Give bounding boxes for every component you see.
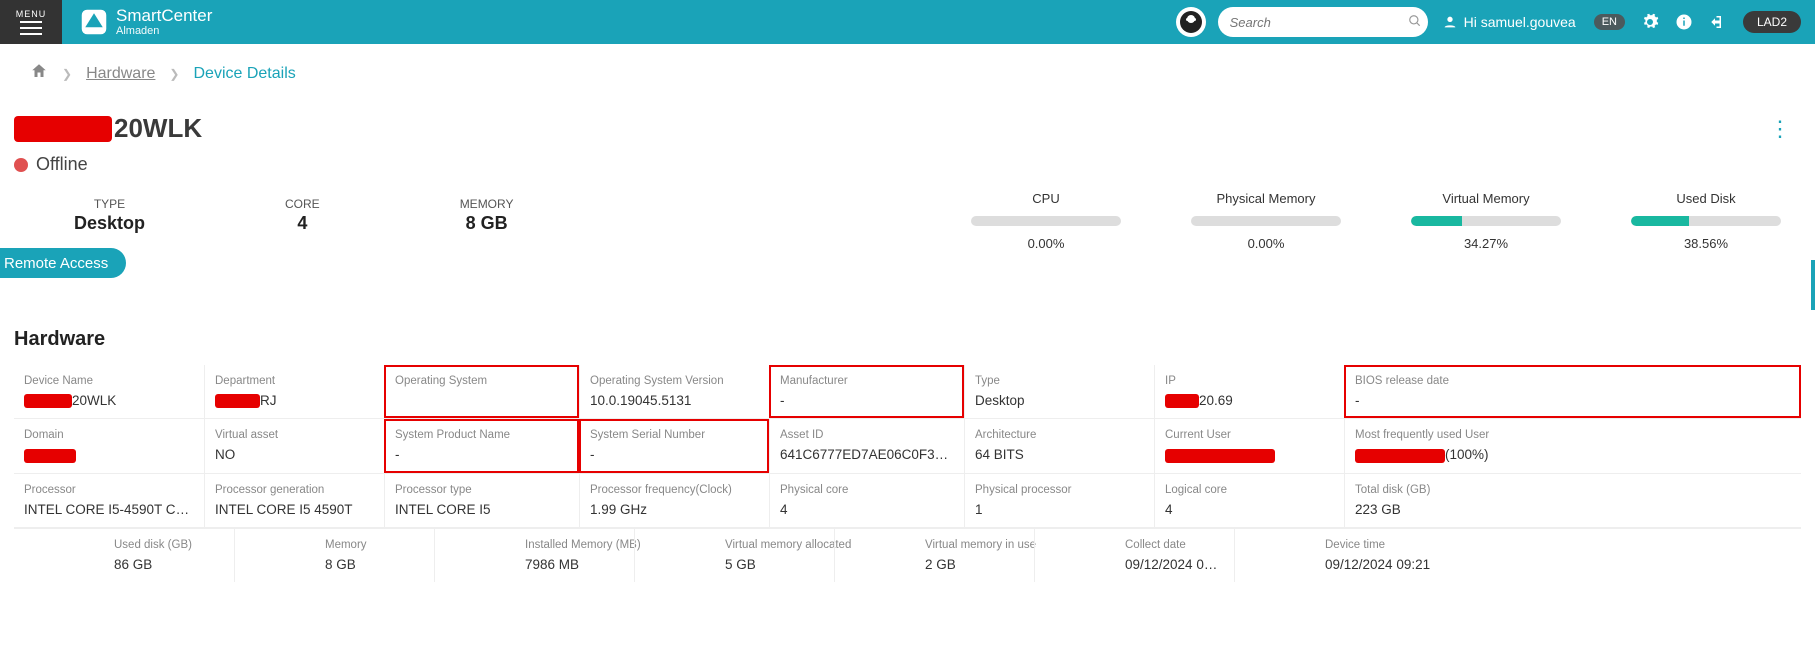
cell-proc-type: Processor type INTEL CORE I5 — [384, 474, 579, 527]
cell-used-disk: Used disk (GB) 86 GB — [14, 529, 234, 582]
cell-department: Department RJ — [204, 365, 384, 418]
more-actions-icon[interactable]: ⋮ — [1769, 118, 1791, 140]
scrollbar-thumb[interactable] — [1811, 260, 1815, 310]
avatar[interactable] — [1176, 7, 1206, 37]
status-text: Offline — [36, 154, 88, 175]
cell-collect-date: Collect date 09/12/2024 09:21 — [1034, 529, 1234, 582]
logo-icon — [80, 8, 108, 36]
language-pill[interactable]: EN — [1594, 14, 1625, 30]
breadcrumb-hardware[interactable]: Hardware — [86, 65, 155, 83]
meter-used-disk: Used Disk 38.56% — [1631, 191, 1781, 251]
cell-memory: Memory 8 GB — [234, 529, 434, 582]
brand-name: SmartCenter — [116, 7, 212, 26]
redacted-block — [1355, 449, 1445, 463]
cell-type: Type Desktop — [964, 365, 1154, 418]
cell-domain: Domain — [14, 419, 204, 472]
cell-sys-product-name: System Product Name - — [384, 419, 579, 472]
menu-button[interactable]: MENU — [0, 0, 62, 44]
hardware-grid: Device Name 20WLK Department RJ Operatin… — [0, 365, 1815, 582]
env-pill: LAD2 — [1743, 11, 1801, 33]
cell-manufacturer: Manufacturer - — [769, 365, 964, 418]
status-dot-icon — [14, 158, 28, 172]
cell-total-disk: Total disk (GB) 223 GB — [1344, 474, 1801, 527]
meter-physical-memory: Physical Memory 0.00% — [1191, 191, 1341, 251]
summary-memory: Memory 8 GB — [460, 197, 514, 234]
cell-os: Operating System — [384, 365, 579, 418]
user-icon — [1442, 14, 1458, 30]
cell-asset-id: Asset ID 641C6777ED7AE06C0F301525 — [769, 419, 964, 472]
redacted-block — [1165, 394, 1199, 408]
cell-vmem-in-use: Virtual memory in use 2 GB — [834, 529, 1034, 582]
cell-bios-date: BIOS release date - — [1344, 365, 1801, 418]
cell-vmem-allocated: Virtual memory allocated 5 GB — [634, 529, 834, 582]
menu-label: MENU — [16, 9, 47, 19]
search-input[interactable] — [1230, 15, 1408, 30]
brand-sub: Almaden — [116, 25, 212, 37]
cell-physical-core: Physical core 4 — [769, 474, 964, 527]
hamburger-icon — [20, 21, 42, 35]
meter-virtual-memory: Virtual Memory 34.27% — [1411, 191, 1561, 251]
cell-current-user: Current User — [1154, 419, 1344, 472]
avatar-icon — [1179, 10, 1203, 34]
redacted-block — [1165, 449, 1275, 463]
remote-access-button[interactable]: Remote Access — [0, 248, 126, 278]
logout-icon[interactable] — [1709, 13, 1727, 31]
user-greeting[interactable]: Hi samuel.gouvea — [1442, 14, 1576, 30]
status-row: Offline — [0, 148, 1815, 185]
cell-virtual-asset: Virtual asset NO — [204, 419, 384, 472]
redacted-block — [24, 394, 72, 408]
breadcrumb-current: Device Details — [193, 65, 295, 83]
cell-ip: IP 20.69 — [1154, 365, 1344, 418]
chevron-right-icon: ❯ — [62, 67, 72, 81]
chevron-right-icon: ❯ — [169, 67, 179, 81]
settings-icon[interactable] — [1641, 13, 1659, 31]
search-box[interactable] — [1218, 7, 1428, 37]
cell-processor: Processor INTEL CORE I5-4590T CPU 2.00..… — [14, 474, 204, 527]
page-title-row: 20WLK ⋮ — [0, 89, 1815, 148]
cell-proc-freq: Processor frequency(Clock) 1.99 GHz — [579, 474, 769, 527]
meter-cpu: CPU 0.00% — [971, 191, 1121, 251]
summary-type: TYPE Desktop — [74, 197, 145, 234]
breadcrumb: ❯ Hardware ❯ Device Details — [0, 44, 1815, 89]
redacted-block — [14, 116, 112, 142]
summary-core: Core 4 — [285, 197, 320, 234]
section-title-hardware: Hardware — [0, 278, 1815, 365]
cell-physical-processor: Physical processor 1 — [964, 474, 1154, 527]
cell-installed-memory: Installed Memory (MB) 7986 MB — [434, 529, 634, 582]
cell-freq-user: Most frequently used User (100%) — [1344, 419, 1801, 472]
page-title: 20WLK — [114, 113, 202, 144]
redacted-block — [215, 394, 260, 408]
cell-logical-core: Logical core 4 — [1154, 474, 1344, 527]
summary-row: TYPE Desktop Core 4 Memory 8 GB Remote A… — [0, 185, 1815, 278]
cell-architecture: Architecture 64 BITS — [964, 419, 1154, 472]
home-icon[interactable] — [30, 62, 48, 85]
cell-device-time: Device time 09/12/2024 09:21 — [1234, 529, 1801, 582]
search-icon[interactable] — [1408, 14, 1422, 31]
cell-os-version: Operating System Version 10.0.19045.5131 — [579, 365, 769, 418]
app-header: MENU SmartCenter Almaden Hi samuel.gouve… — [0, 0, 1815, 44]
info-icon[interactable] — [1675, 13, 1693, 31]
cell-device-name: Device Name 20WLK — [14, 365, 204, 418]
redacted-block — [24, 449, 76, 463]
cell-proc-gen: Processor generation INTEL CORE I5 4590T — [204, 474, 384, 527]
cell-sys-serial: System Serial Number - — [579, 419, 769, 472]
brand-logo[interactable]: SmartCenter Almaden — [80, 7, 212, 38]
